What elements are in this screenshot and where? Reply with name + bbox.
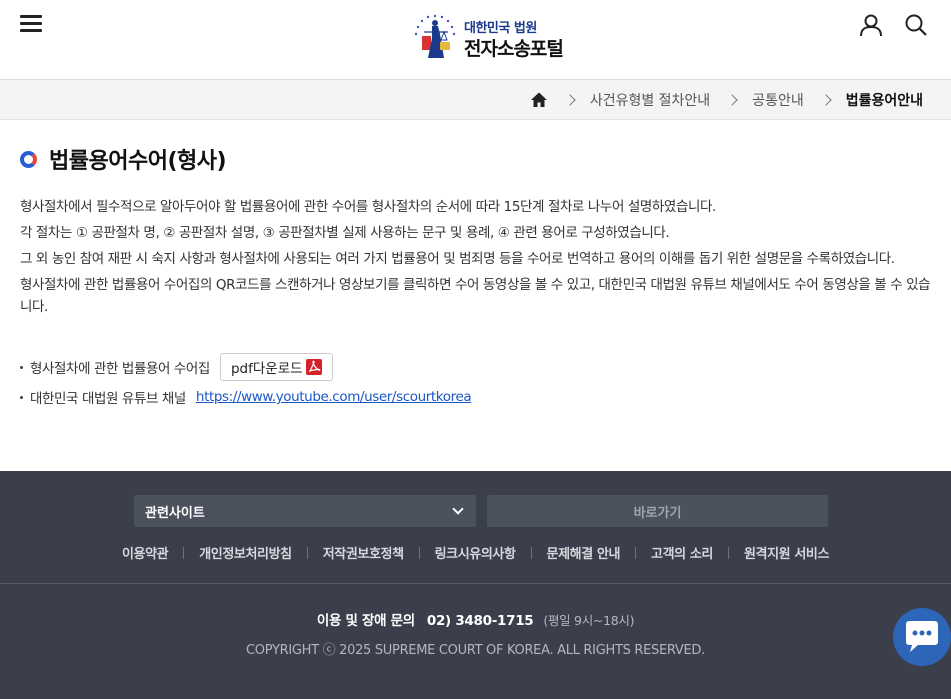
- pdf-download-button[interactable]: pdf다운로드: [219, 353, 333, 381]
- related-sites-select[interactable]: 관련사이트: [134, 495, 476, 527]
- divider: [635, 546, 637, 559]
- footer-link-terms[interactable]: 이용약관: [122, 543, 169, 562]
- footer-link-remote-support[interactable]: 원격지원 서비스: [744, 543, 829, 562]
- pdf-icon: [305, 359, 322, 375]
- footer-link-privacy[interactable]: 개인정보처리방침: [199, 543, 292, 562]
- site-header: 대한민국 법원 전자소송포털: [0, 0, 951, 80]
- chevron-right-icon: [564, 94, 576, 106]
- logo-title: 전자소송포털: [464, 38, 564, 60]
- breadcrumb: 사건유형별 절차안내 공통안내 법률용어안내: [530, 80, 923, 120]
- divider: [727, 546, 729, 559]
- title-bullet-icon: [20, 150, 37, 168]
- chevron-down-icon: [452, 503, 464, 515]
- footer-links: 이용약관 개인정보처리방침 저작권보호정책 링크시유의사항 문제해결 안내 고객…: [0, 543, 951, 562]
- menu-icon[interactable]: [20, 14, 42, 34]
- bullet: [20, 395, 23, 399]
- description-paragraph: 각 절차는 ① 공판절차 명, ② 공판절차 설명, ③ 공판절차별 실제 사용…: [20, 225, 670, 241]
- contact-hours: (평일 9시~18시): [543, 613, 635, 628]
- list-item: 형사절차에 관한 법률용어 수어집 pdf다운로드: [20, 352, 932, 382]
- page-title: 법률용어수어(형사): [49, 149, 227, 174]
- description-paragraph: 형사절차에 관한 법률용어 수어집의 QR코드를 스캔하거나 영상보기를 클릭하…: [20, 277, 931, 315]
- chat-button[interactable]: [893, 608, 951, 666]
- contact-label: 이용 및 장애 문의: [316, 613, 415, 629]
- site-footer: 관련사이트 바로가기 이용약관 개인정보처리방침 저작권보호정책 링크시유의사항…: [0, 471, 951, 699]
- youtube-label: 대한민국 대법원 유튜브 채널: [30, 391, 186, 407]
- divider: [183, 546, 185, 559]
- breadcrumb-current: 법률용어안내: [845, 93, 923, 109]
- related-sites-label: 관련사이트: [145, 505, 205, 521]
- breadcrumb-item-case-type[interactable]: 사건유형별 절차안내: [590, 90, 710, 110]
- breadcrumb-bar: 사건유형별 절차안내 공통안내 법률용어안내: [0, 80, 951, 120]
- bullet: [20, 365, 23, 369]
- divider: [418, 546, 420, 559]
- pdf-label: 형사절차에 관한 법률용어 수어집: [30, 361, 210, 377]
- user-icon[interactable]: [859, 13, 883, 37]
- resource-list: 형사절차에 관한 법률용어 수어집 pdf다운로드 대한민국 대법원 유튜브 채…: [20, 352, 932, 412]
- chat-icon: [906, 621, 938, 652]
- list-item: 대한민국 대법원 유튜브 채널 https://www.youtube.com/…: [20, 382, 932, 412]
- home-icon[interactable]: [530, 91, 548, 109]
- footer-divider: [0, 583, 951, 584]
- court-emblem-icon: [414, 14, 456, 58]
- footer-link-link-notice[interactable]: 링크시유의사항: [435, 543, 516, 562]
- pdf-download-label: pdf다운로드: [230, 361, 303, 377]
- breadcrumb-item-common[interactable]: 공통안내: [752, 90, 804, 110]
- footer-link-copyright[interactable]: 저작권보호정책: [323, 543, 404, 562]
- chevron-right-icon: [820, 94, 832, 106]
- divider: [530, 546, 532, 559]
- description-paragraph: 그 외 농인 참여 재판 시 숙지 사항과 형사절차에 사용되는 여러 가지 법…: [20, 251, 895, 267]
- page-title-wrap: 법률용어수어(형사): [20, 144, 227, 174]
- divider: [306, 546, 308, 559]
- contact-phone: 02) 3480-1715: [426, 613, 534, 629]
- footer-link-customer-voice[interactable]: 고객의 소리: [651, 543, 713, 562]
- site-logo[interactable]: 대한민국 법원 전자소송포털: [410, 12, 585, 62]
- chevron-right-icon: [726, 94, 738, 106]
- copyright: COPYRIGHT ⓒ 2025 SUPREME COURT OF KOREA.…: [246, 643, 705, 658]
- contact-info: 이용 및 장애 문의 02) 3480-1715 (평일 9시~18시): [0, 609, 951, 629]
- description: 형사절차에서 필수적으로 알아두어야 할 법률용어에 관한 수어를 형사절차의 …: [20, 196, 932, 322]
- footer-link-troubleshooting[interactable]: 문제해결 안내: [547, 543, 621, 562]
- search-icon[interactable]: [904, 13, 928, 37]
- youtube-link[interactable]: https://www.youtube.com/user/scourtkorea: [196, 389, 472, 405]
- description-paragraph: 형사절차에서 필수적으로 알아두어야 할 법률용어에 관한 수어를 형사절차의 …: [20, 199, 716, 215]
- go-button[interactable]: 바로가기: [487, 495, 828, 527]
